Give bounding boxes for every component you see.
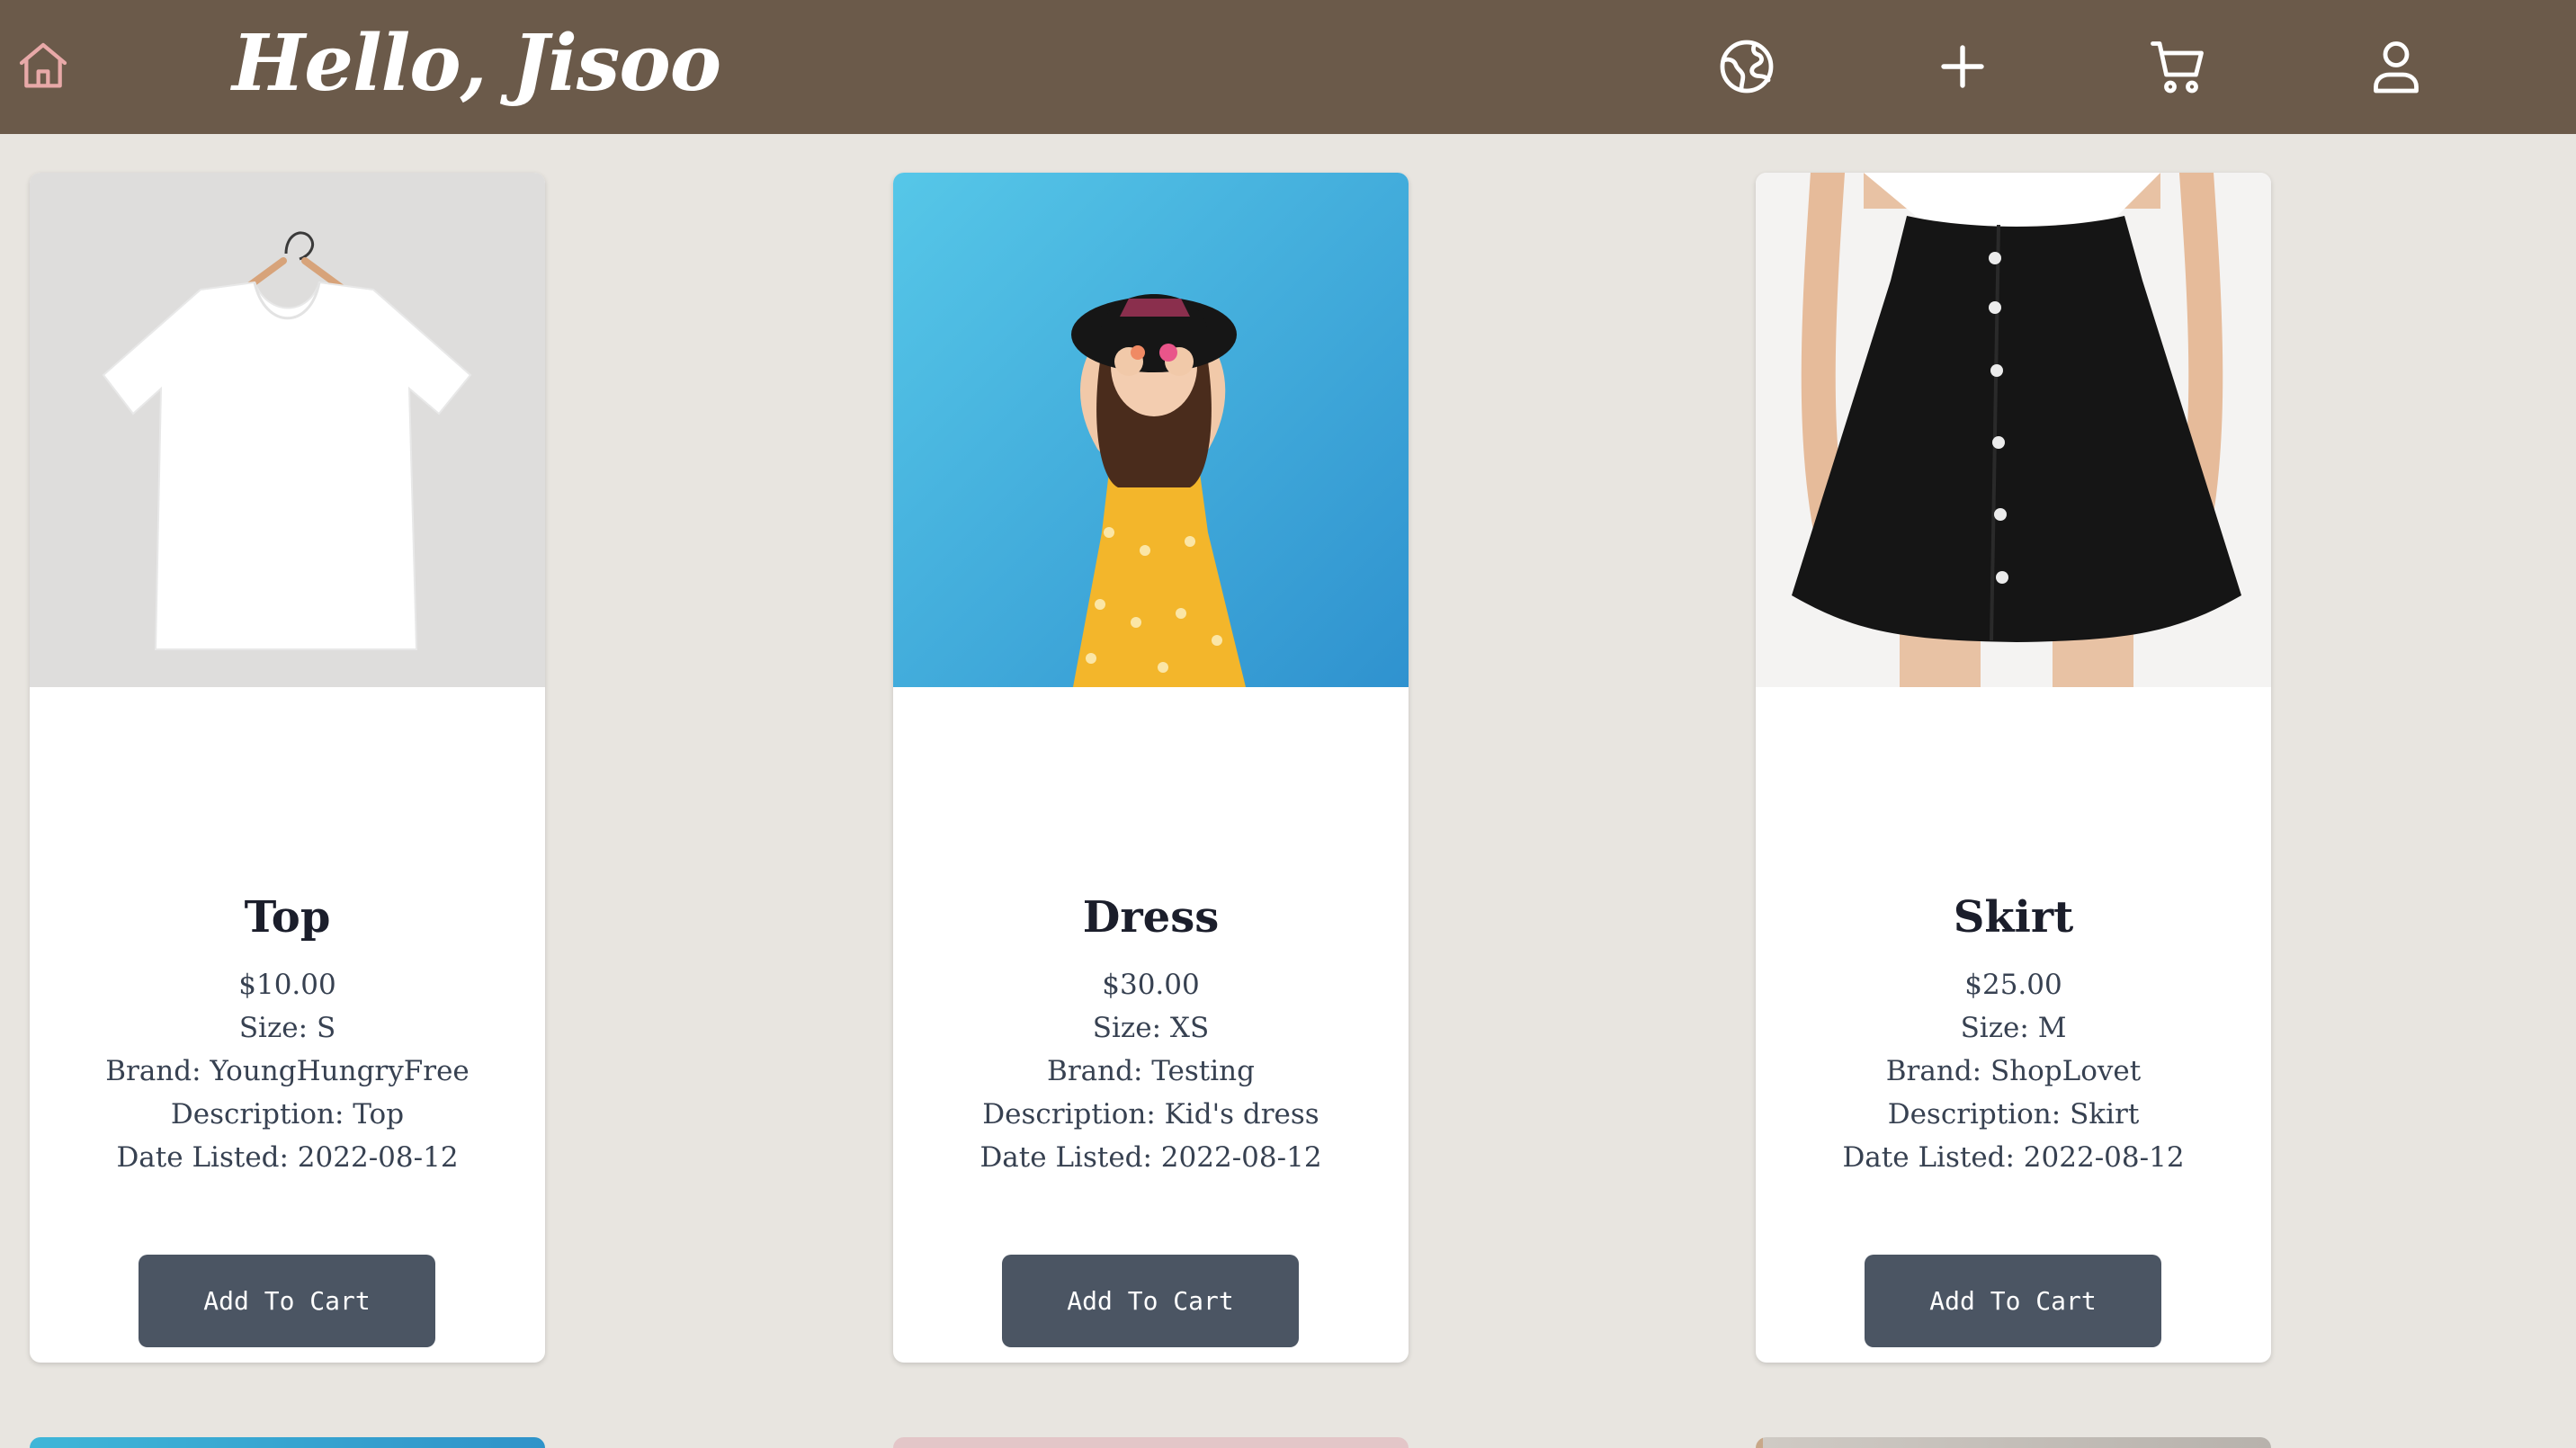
- plus-icon[interactable]: [1930, 34, 1995, 99]
- product-title: Skirt: [1953, 892, 2074, 943]
- product-card-partial[interactable]: [1756, 1437, 2271, 1448]
- product-brand: Brand: Testing: [1047, 1055, 1255, 1087]
- product-title: Top: [244, 892, 331, 943]
- top-navigation-bar: Hello, Jisoo: [0, 0, 2576, 134]
- cart-icon[interactable]: [2146, 34, 2211, 99]
- home-icon[interactable]: [14, 38, 72, 95]
- product-price: $30.00: [1102, 969, 1200, 1001]
- product-price: $10.00: [238, 969, 336, 1001]
- product-title: Dress: [1082, 892, 1220, 943]
- product-brand: Brand: YoungHungryFree: [105, 1055, 470, 1087]
- add-to-cart-button[interactable]: Add To Cart: [1002, 1255, 1299, 1347]
- product-image-skirt[interactable]: [1756, 173, 2271, 687]
- product-card: Dress $30.00 Size: XS Brand: Testing Des…: [893, 173, 1409, 1363]
- product-card: Skirt $25.00 Size: M Brand: ShopLovet De…: [1756, 173, 2271, 1363]
- product-card: Top $10.00 Size: S Brand: YoungHungryFre…: [30, 173, 545, 1363]
- product-description: Description: Top: [170, 1098, 405, 1131]
- product-description: Description: Kid's dress: [982, 1098, 1319, 1131]
- greeting-heading: Hello, Jisoo: [232, 18, 721, 109]
- product-card-partial[interactable]: [893, 1437, 1409, 1448]
- product-price: $25.00: [1964, 969, 2062, 1001]
- globe-icon[interactable]: [1714, 34, 1779, 99]
- product-date-listed: Date Listed: 2022-08-12: [1842, 1141, 2185, 1174]
- product-size: Size: M: [1960, 1012, 2067, 1044]
- product-card-partial[interactable]: [30, 1437, 545, 1448]
- add-to-cart-button[interactable]: Add To Cart: [1865, 1255, 2161, 1347]
- product-description: Description: Skirt: [1887, 1098, 2140, 1131]
- product-date-listed: Date Listed: 2022-08-12: [116, 1141, 459, 1174]
- product-size: Size: S: [238, 1012, 336, 1044]
- product-image-dress[interactable]: [893, 173, 1409, 687]
- product-size: Size: XS: [1092, 1012, 1210, 1044]
- product-image-top[interactable]: [30, 173, 545, 687]
- product-brand: Brand: ShopLovet: [1885, 1055, 2142, 1087]
- product-date-listed: Date Listed: 2022-08-12: [979, 1141, 1322, 1174]
- user-icon[interactable]: [2364, 34, 2428, 99]
- add-to-cart-button[interactable]: Add To Cart: [139, 1255, 435, 1347]
